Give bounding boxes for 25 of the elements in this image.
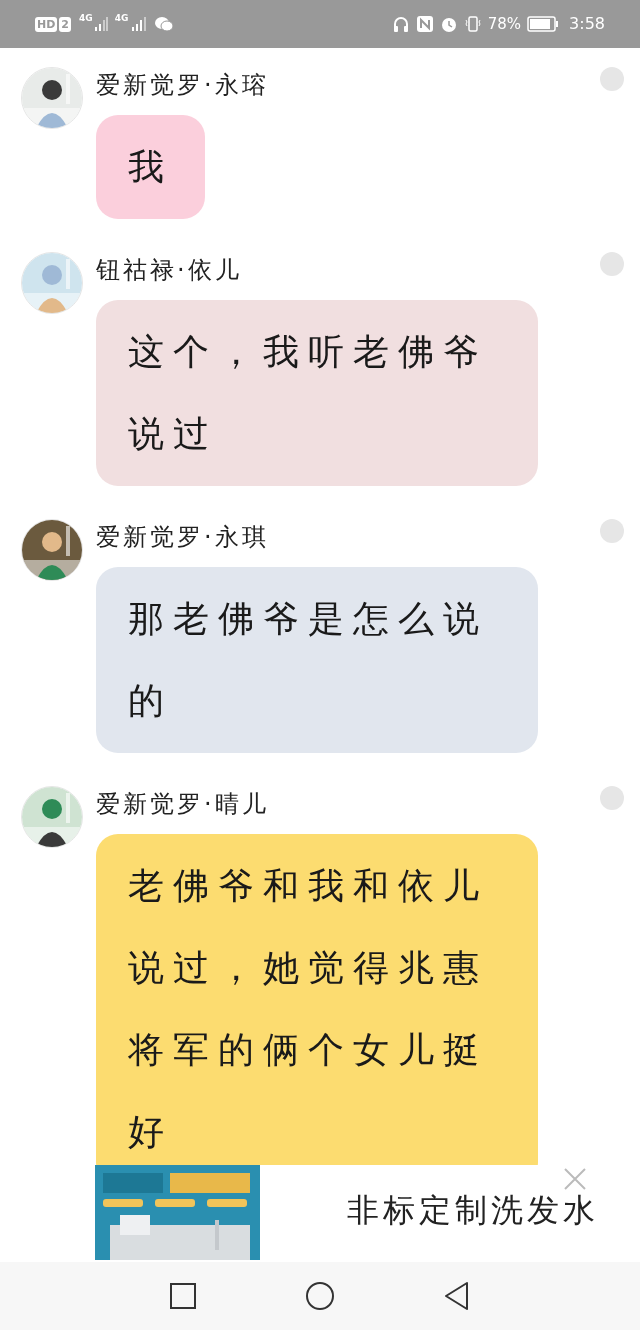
chat-app-icon bbox=[154, 16, 175, 32]
back-icon[interactable] bbox=[443, 1281, 471, 1311]
circle-icon[interactable] bbox=[305, 1281, 335, 1311]
signal-icon bbox=[92, 16, 109, 32]
headphones-icon bbox=[391, 15, 410, 33]
message-bubble: 老佛爷和我和依儿说过，她觉得兆惠将军的俩个女儿挺好 bbox=[96, 834, 538, 1165]
clock-time: 3:58 bbox=[569, 13, 605, 35]
battery-icon bbox=[527, 16, 560, 32]
sender-name: 爱新觉罗·晴儿 bbox=[96, 789, 270, 820]
battery-percent: 78% bbox=[487, 13, 522, 35]
vibrate-icon bbox=[463, 15, 482, 33]
ad-title: 非标定制洗发水 bbox=[347, 1190, 599, 1231]
hd-label: HD bbox=[35, 16, 58, 32]
sim-label: 2 bbox=[59, 16, 71, 32]
nfc-icon bbox=[415, 15, 434, 33]
message-bubble: 这个，我听老佛爷说过 bbox=[96, 300, 538, 486]
message-bubble: 那老佛爷是怎么说的 bbox=[96, 567, 538, 753]
square-icon[interactable] bbox=[169, 1282, 197, 1310]
sender-name: 爱新觉罗·永瑢 bbox=[96, 70, 270, 101]
message-bubble: 我 bbox=[96, 115, 205, 219]
network-label: 4G bbox=[79, 14, 93, 23]
network-label: 4G bbox=[114, 14, 129, 23]
sender-name: 钮祜禄·依儿 bbox=[96, 255, 243, 286]
alarm-icon bbox=[439, 15, 458, 33]
sender-name: 爱新觉罗·永琪 bbox=[96, 522, 270, 553]
